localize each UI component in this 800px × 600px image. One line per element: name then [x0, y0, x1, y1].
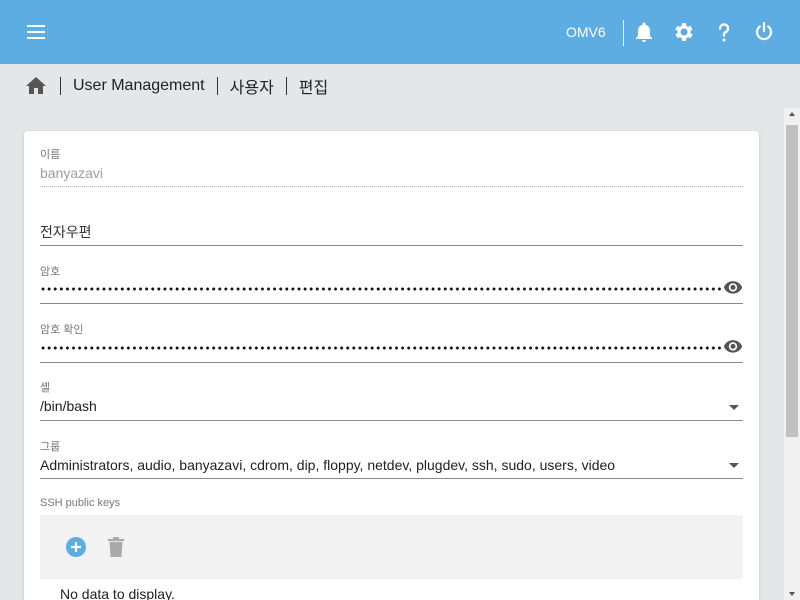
gear-icon[interactable]: [672, 20, 696, 44]
user-edit-form: 이름 banyazavi 전자우편 암호 암호 확인 셸 /bin/bash 그…: [24, 131, 759, 600]
show-password-eye-icon[interactable]: [723, 277, 743, 297]
top-bar: OMV6: [0, 0, 800, 64]
ssh-keys-label: SSH public keys: [40, 497, 121, 509]
menu-icon[interactable]: [24, 22, 48, 42]
page-scrollbar[interactable]: [784, 108, 800, 600]
ssh-keys-toolbar: [40, 515, 743, 579]
scrollbar-thumb[interactable]: [786, 125, 798, 437]
name-value: banyazavi: [40, 165, 104, 181]
add-circle-icon[interactable]: [66, 537, 86, 557]
groups-select[interactable]: 그룹 Administrators, audio, banyazavi, cdr…: [40, 438, 743, 479]
breadcrumb: User Management 사용자 편집: [24, 72, 328, 100]
email-field[interactable]: 전자우편: [40, 216, 743, 246]
ssh-keys-empty-text: No data to display.: [60, 586, 175, 600]
breadcrumb-edit: 편집: [298, 80, 329, 97]
shell-select[interactable]: 셸 /bin/bash: [40, 379, 743, 421]
breadcrumb-users[interactable]: 사용자: [230, 74, 274, 98]
scroll-down-arrow-icon[interactable]: [789, 592, 795, 596]
groups-value: Administrators, audio, banyazavi, cdrom,…: [40, 457, 616, 473]
shell-underline: [40, 420, 743, 421]
power-icon[interactable]: [752, 20, 776, 44]
chevron-down-icon[interactable]: [729, 405, 739, 410]
password-masked-value[interactable]: [40, 286, 723, 292]
email-placeholder: 전자우편: [40, 224, 92, 240]
password-confirm-underline: [40, 362, 743, 363]
email-underline: [40, 245, 743, 246]
home-icon[interactable]: [24, 74, 48, 98]
groups-underline: [40, 478, 743, 479]
password-confirm-label: 암호 확인: [40, 324, 84, 336]
name-underline: [40, 186, 743, 187]
breadcrumb-separator: [60, 77, 61, 95]
topbar-divider: [623, 20, 624, 46]
show-password-confirm-eye-icon[interactable]: [723, 336, 743, 356]
shell-value: /bin/bash: [40, 398, 97, 414]
breadcrumb-user-management[interactable]: User Management: [73, 77, 205, 95]
help-icon[interactable]: [712, 20, 736, 44]
groups-label: 그룹: [40, 441, 61, 453]
bell-icon[interactable]: [632, 20, 656, 44]
password-field[interactable]: 암호: [40, 263, 743, 304]
name-label: 이름: [40, 149, 61, 161]
chevron-down-icon[interactable]: [729, 463, 739, 468]
password-confirm-field[interactable]: 암호 확인: [40, 321, 743, 363]
shell-label: 셸: [40, 382, 51, 394]
name-field: 이름 banyazavi: [40, 146, 743, 191]
password-confirm-masked-value[interactable]: [40, 345, 723, 351]
hostname: OMV6: [566, 24, 606, 40]
trash-icon[interactable]: [108, 537, 124, 557]
password-label: 암호: [40, 266, 61, 278]
breadcrumb-separator: [285, 77, 287, 95]
scroll-up-arrow-icon[interactable]: [789, 112, 795, 116]
breadcrumb-separator: [216, 77, 218, 95]
password-underline: [40, 303, 743, 304]
